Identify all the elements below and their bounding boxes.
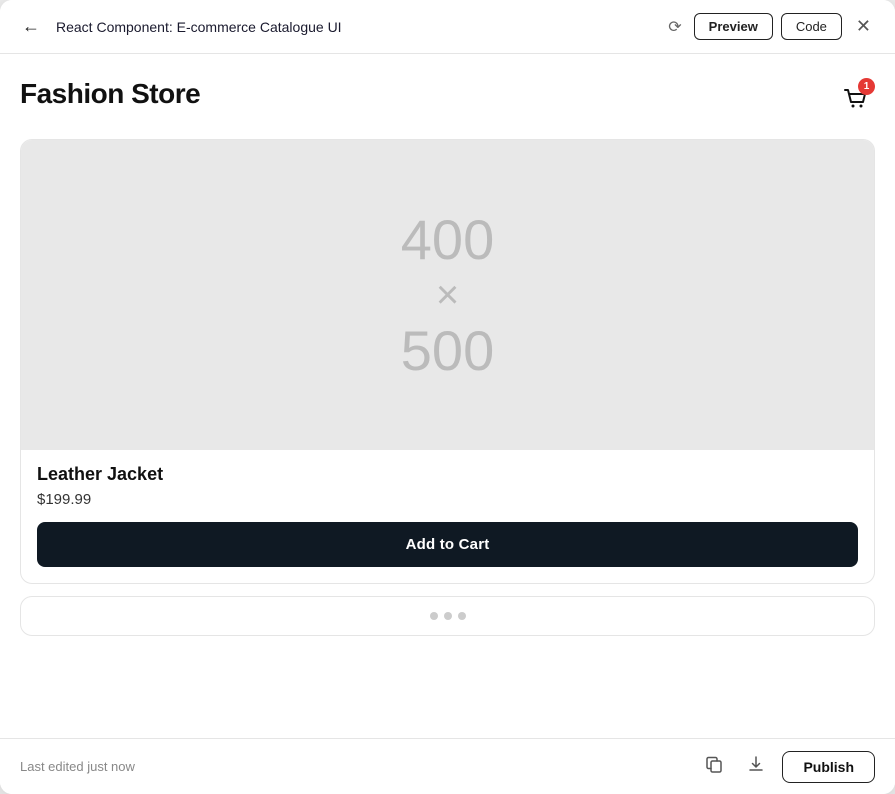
preview-tab[interactable]: Preview — [694, 13, 773, 40]
image-height-label: 500 — [401, 320, 494, 382]
dot-1 — [430, 612, 438, 620]
product-card: 400 × 500 Leather Jacket $199.99 Add to … — [20, 139, 875, 584]
topbar-left: ← React Component: E-commerce Catalogue … — [18, 14, 342, 39]
partial-card-dots — [21, 597, 874, 635]
topbar: ← React Component: E-commerce Catalogue … — [0, 0, 895, 54]
cart-badge: 1 — [858, 78, 875, 95]
topbar-right: ⟳ Preview Code ✕ — [664, 13, 877, 41]
image-width-label: 400 — [401, 209, 494, 271]
store-header: Fashion Store 1 — [20, 78, 875, 121]
refresh-icon: ⟳ — [668, 17, 681, 37]
preview-area: Fashion Store 1 400 × 500 Leather Jacket… — [0, 54, 895, 738]
cart-button[interactable]: 1 — [835, 78, 875, 121]
download-button[interactable] — [740, 750, 772, 783]
product-image-placeholder: 400 × 500 — [21, 140, 874, 450]
download-icon — [746, 754, 766, 779]
dot-2 — [444, 612, 452, 620]
product-card-partial — [20, 596, 875, 636]
publish-button[interactable]: Publish — [782, 751, 875, 783]
topbar-title: React Component: E-commerce Catalogue UI — [56, 19, 342, 35]
store-title: Fashion Store — [20, 78, 200, 110]
product-price: $199.99 — [37, 491, 858, 508]
close-icon: ✕ — [856, 16, 871, 37]
app-window: ← React Component: E-commerce Catalogue … — [0, 0, 895, 794]
bottombar-actions: Publish — [698, 750, 875, 783]
product-info: Leather Jacket $199.99 Add to Cart — [21, 450, 874, 583]
copy-button[interactable] — [698, 750, 730, 783]
bottombar: Last edited just now Publish — [0, 738, 895, 794]
add-to-cart-button[interactable]: Add to Cart — [37, 522, 858, 567]
dot-3 — [458, 612, 466, 620]
code-tab[interactable]: Code — [781, 13, 842, 40]
refresh-button[interactable]: ⟳ — [664, 13, 685, 41]
copy-icon — [704, 754, 724, 779]
product-name: Leather Jacket — [37, 464, 858, 485]
last-edited-text: Last edited just now — [20, 759, 135, 774]
back-button[interactable]: ← — [18, 14, 44, 39]
image-x-label: × — [436, 273, 459, 318]
close-button[interactable]: ✕ — [850, 14, 877, 39]
